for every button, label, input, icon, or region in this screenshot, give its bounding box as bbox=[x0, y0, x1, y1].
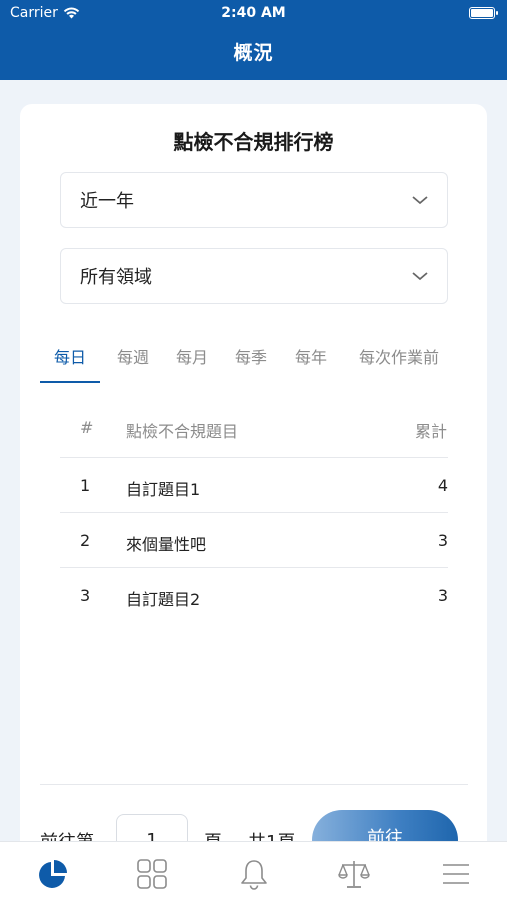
bell-icon bbox=[241, 860, 267, 890]
app-header: Carrier 2:40 AM 概況 bbox=[0, 0, 507, 80]
active-tab-indicator bbox=[40, 381, 100, 383]
pager-divider bbox=[40, 784, 468, 785]
table-row[interactable]: 3 自訂題目2 3 bbox=[60, 568, 448, 623]
tab-yearly[interactable]: 每年 bbox=[286, 340, 336, 384]
table-row[interactable]: 2 來個量性吧 3 bbox=[60, 513, 448, 568]
row-name: 自訂題目1 bbox=[126, 480, 201, 499]
tab-daily[interactable]: 每日 bbox=[40, 340, 100, 384]
header-name: 點檢不合規題目 bbox=[126, 422, 239, 441]
menu-icon bbox=[443, 864, 469, 884]
status-time: 2:40 AM bbox=[221, 5, 286, 21]
row-name: 來個量性吧 bbox=[126, 535, 207, 554]
domain-select[interactable]: 所有領域 bbox=[60, 248, 448, 304]
page-title: 概況 bbox=[233, 42, 274, 64]
tab-quarterly[interactable]: 每季 bbox=[226, 340, 276, 384]
battery-icon bbox=[469, 7, 498, 19]
tab-weekly[interactable]: 每週 bbox=[108, 340, 158, 384]
row-index: 2 bbox=[80, 531, 91, 550]
chevron-down-icon bbox=[412, 196, 428, 205]
tabbar-overview[interactable] bbox=[35, 856, 71, 892]
tabbar-compliance[interactable] bbox=[336, 856, 372, 892]
scale-icon bbox=[338, 861, 370, 888]
header-count: 累計 bbox=[414, 422, 447, 441]
row-index: 1 bbox=[80, 476, 91, 495]
grid-icon bbox=[137, 859, 167, 889]
row-name: 自訂題目2 bbox=[126, 590, 201, 609]
header-index: # bbox=[80, 418, 94, 437]
tabbar-apps[interactable] bbox=[134, 856, 170, 892]
pie-chart-icon bbox=[39, 860, 67, 888]
period-select-value: 近一年 bbox=[80, 191, 134, 212]
tabbar-menu[interactable] bbox=[438, 856, 474, 892]
row-count: 4 bbox=[437, 476, 448, 495]
row-index: 3 bbox=[80, 586, 91, 605]
period-select[interactable]: 近一年 bbox=[60, 172, 448, 228]
tabbar-notifications[interactable] bbox=[236, 856, 272, 892]
row-count: 3 bbox=[437, 531, 448, 550]
table-row[interactable]: 1 自訂題目1 4 bbox=[60, 458, 448, 513]
ranking-card: 點檢不合規排行榜 近一年 所有領域 每日 每週 每月 每季 每年 每次作業前 #… bbox=[20, 104, 487, 864]
row-count: 3 bbox=[437, 586, 448, 605]
period-tabs: 每日 每週 每月 每季 每年 每次作業前 bbox=[40, 340, 450, 384]
domain-select-value: 所有領域 bbox=[80, 267, 152, 288]
card-title: 點檢不合規排行榜 bbox=[173, 130, 334, 154]
tab-before-each-operation[interactable]: 每次作業前 bbox=[344, 340, 454, 384]
status-bar: Carrier 2:40 AM bbox=[0, 0, 507, 28]
chevron-down-icon bbox=[412, 272, 428, 281]
bottom-tab-bar bbox=[0, 841, 507, 900]
tab-monthly[interactable]: 每月 bbox=[167, 340, 217, 384]
table-header: # 點檢不合規題目 累計 bbox=[60, 400, 448, 458]
ranking-table: # 點檢不合規題目 累計 1 自訂題目1 4 2 來個量性吧 3 3 自訂題目2… bbox=[60, 400, 448, 623]
